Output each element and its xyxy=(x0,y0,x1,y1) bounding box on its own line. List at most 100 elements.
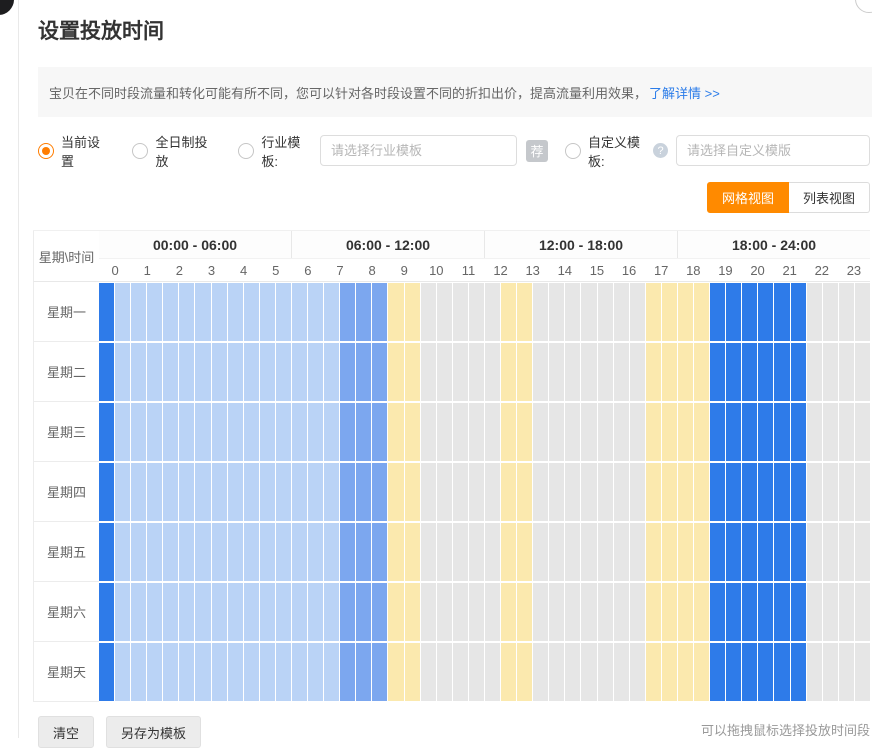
time-slot-cell[interactable] xyxy=(308,343,323,401)
time-slot-cell[interactable] xyxy=(99,403,114,461)
time-slot-cell[interactable] xyxy=(276,283,291,341)
time-slot-cell[interactable] xyxy=(212,523,227,581)
time-slot-cell[interactable] xyxy=(517,343,532,401)
time-slot-cell[interactable] xyxy=(662,643,677,701)
time-slot-cell[interactable] xyxy=(308,523,323,581)
time-slot-cell[interactable] xyxy=(855,583,870,641)
list-view-button[interactable]: 列表视图 xyxy=(789,182,870,213)
time-slot-cell[interactable] xyxy=(646,643,661,701)
time-slot-cell[interactable] xyxy=(356,343,371,401)
time-slot-cell[interactable] xyxy=(179,523,194,581)
grid-view-button[interactable]: 网格视图 xyxy=(707,182,789,213)
time-slot-cell[interactable] xyxy=(372,523,387,581)
time-slot-cell[interactable] xyxy=(823,523,838,581)
time-slot-cell[interactable] xyxy=(726,583,741,641)
time-slot-cell[interactable] xyxy=(163,583,178,641)
time-slot-cell[interactable] xyxy=(388,523,403,581)
time-slot-cell[interactable] xyxy=(581,403,596,461)
time-slot-cell[interactable] xyxy=(694,283,709,341)
save-as-template-button[interactable]: 另存为模板 xyxy=(106,716,201,748)
time-slot-cell[interactable] xyxy=(453,643,468,701)
time-slot-cell[interactable] xyxy=(581,343,596,401)
time-slot-cell[interactable] xyxy=(630,403,645,461)
time-slot-cell[interactable] xyxy=(614,343,629,401)
time-slot-cell[interactable] xyxy=(99,523,114,581)
time-slot-cell[interactable] xyxy=(774,283,789,341)
time-slot-cell[interactable] xyxy=(469,283,484,341)
time-slot-cell[interactable] xyxy=(807,283,822,341)
time-slot-cell[interactable] xyxy=(533,523,548,581)
time-slot-cell[interactable] xyxy=(646,403,661,461)
time-slot-cell[interactable] xyxy=(517,643,532,701)
time-slot-cell[interactable] xyxy=(758,343,773,401)
time-slot-cell[interactable] xyxy=(437,403,452,461)
time-slot-cell[interactable] xyxy=(147,403,162,461)
time-slot-cell[interactable] xyxy=(308,403,323,461)
time-slot-cell[interactable] xyxy=(614,463,629,521)
time-slot-cell[interactable] xyxy=(292,343,307,401)
time-slot-cell[interactable] xyxy=(115,523,130,581)
time-slot-cell[interactable] xyxy=(179,343,194,401)
time-slot-cell[interactable] xyxy=(228,463,243,521)
time-slot-cell[interactable] xyxy=(710,583,725,641)
time-slot-cell[interactable] xyxy=(581,583,596,641)
time-slot-cell[interactable] xyxy=(807,523,822,581)
time-slot-cell[interactable] xyxy=(260,403,275,461)
time-slot-cell[interactable] xyxy=(485,583,500,641)
time-slot-cell[interactable] xyxy=(292,403,307,461)
time-slot-cell[interactable] xyxy=(694,403,709,461)
time-slot-cell[interactable] xyxy=(823,583,838,641)
time-slot-cell[interactable] xyxy=(388,463,403,521)
time-slot-cell[interactable] xyxy=(646,583,661,641)
time-slot-cell[interactable] xyxy=(421,283,436,341)
time-slot-cell[interactable] xyxy=(372,343,387,401)
time-slot-cell[interactable] xyxy=(710,523,725,581)
time-slot-cell[interactable] xyxy=(758,583,773,641)
time-slot-cell[interactable] xyxy=(131,283,146,341)
time-slot-cell[interactable] xyxy=(614,283,629,341)
time-slot-cell[interactable] xyxy=(372,583,387,641)
time-slot-cell[interactable] xyxy=(807,643,822,701)
time-slot-cell[interactable] xyxy=(356,283,371,341)
time-slot-cell[interactable] xyxy=(742,403,757,461)
time-slot-cell[interactable] xyxy=(308,463,323,521)
time-slot-cell[interactable] xyxy=(163,283,178,341)
time-slot-cell[interactable] xyxy=(469,403,484,461)
time-slot-cell[interactable] xyxy=(212,403,227,461)
time-slot-cell[interactable] xyxy=(742,343,757,401)
time-slot-cell[interactable] xyxy=(565,283,580,341)
time-slot-cell[interactable] xyxy=(630,283,645,341)
time-slot-cell[interactable] xyxy=(501,643,516,701)
time-slot-cell[interactable] xyxy=(517,283,532,341)
time-slot-cell[interactable] xyxy=(742,283,757,341)
time-slot-cell[interactable] xyxy=(260,283,275,341)
time-slot-cell[interactable] xyxy=(244,523,259,581)
time-slot-cell[interactable] xyxy=(598,343,613,401)
time-slot-cell[interactable] xyxy=(324,463,339,521)
time-slot-cell[interactable] xyxy=(517,403,532,461)
time-slot-cell[interactable] xyxy=(405,523,420,581)
time-slot-cell[interactable] xyxy=(694,643,709,701)
time-slot-cell[interactable] xyxy=(179,283,194,341)
time-slot-cell[interactable] xyxy=(855,343,870,401)
time-slot-cell[interactable] xyxy=(212,283,227,341)
time-slot-cell[interactable] xyxy=(823,403,838,461)
help-icon[interactable]: ? xyxy=(653,143,668,158)
time-slot-cell[interactable] xyxy=(791,283,806,341)
time-slot-cell[interactable] xyxy=(823,343,838,401)
time-slot-cell[interactable] xyxy=(726,283,741,341)
time-slot-cell[interactable] xyxy=(469,643,484,701)
time-slot-cell[interactable] xyxy=(453,403,468,461)
time-slot-cell[interactable] xyxy=(405,283,420,341)
time-slot-cell[interactable] xyxy=(163,523,178,581)
time-slot-cell[interactable] xyxy=(614,523,629,581)
time-slot-cell[interactable] xyxy=(758,643,773,701)
time-slot-cell[interactable] xyxy=(758,283,773,341)
time-slot-cell[interactable] xyxy=(549,343,564,401)
time-slot-cell[interactable] xyxy=(405,343,420,401)
time-slot-cell[interactable] xyxy=(244,463,259,521)
time-slot-cell[interactable] xyxy=(292,523,307,581)
time-slot-cell[interactable] xyxy=(774,583,789,641)
time-slot-cell[interactable] xyxy=(308,583,323,641)
time-slot-cell[interactable] xyxy=(163,343,178,401)
